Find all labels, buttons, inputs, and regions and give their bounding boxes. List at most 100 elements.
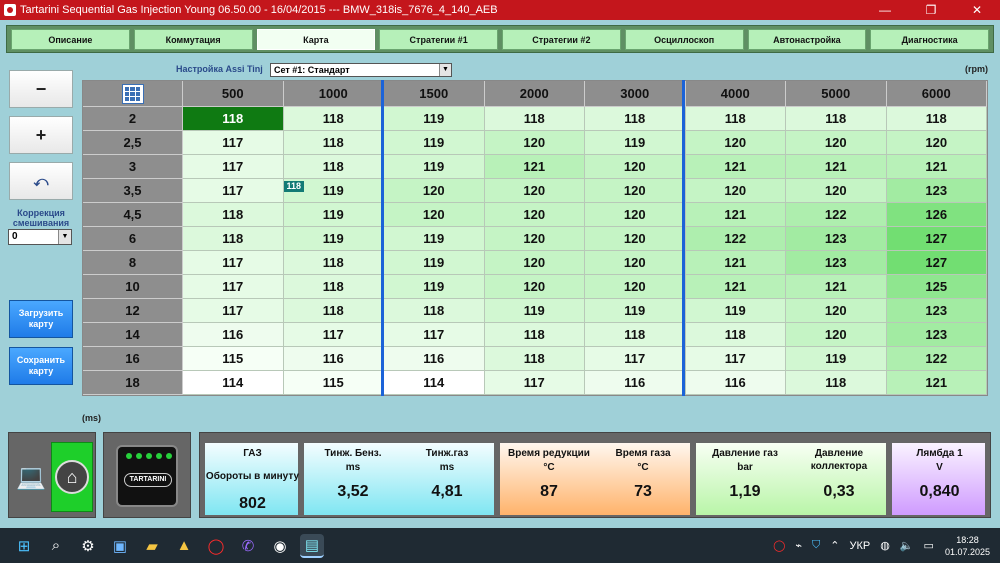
tab-map[interactable]: Карта <box>256 29 376 50</box>
map-cell[interactable]: 119 <box>384 227 485 251</box>
map-cell[interactable]: 122 <box>786 203 887 227</box>
map-cell[interactable]: 119 <box>283 227 384 251</box>
tab-autotuning[interactable]: Автонастройка <box>747 29 867 50</box>
start-icon[interactable]: ⊞ <box>12 534 36 558</box>
map-cell[interactable]: 123 <box>886 299 987 323</box>
map-cell[interactable]: 117 <box>183 275 284 299</box>
map-cell[interactable]: 117 <box>183 155 284 179</box>
map-cell[interactable]: 119 <box>384 155 485 179</box>
map-cell[interactable]: 117 <box>484 371 585 395</box>
maximize-button[interactable]: ❐ <box>908 0 954 20</box>
map-cell[interactable]: 118 <box>484 107 585 131</box>
ms-row-header[interactable]: 12 <box>83 299 183 323</box>
map-cell[interactable]: 123 <box>886 179 987 203</box>
battery-icon[interactable]: ▭ <box>924 539 934 552</box>
map-set-select[interactable]: Сет #1: Стандарт ▼ <box>270 63 452 77</box>
map-cell[interactable]: 120 <box>484 179 585 203</box>
search-icon[interactable]: ⌕ <box>44 534 68 558</box>
map-cell[interactable]: 118 <box>283 107 384 131</box>
map-cell[interactable]: 121 <box>886 371 987 395</box>
mixture-correction-select[interactable]: 0 ▼ <box>8 229 72 245</box>
laptop-icon[interactable]: 💻 <box>13 463 49 493</box>
map-cell[interactable]: 118 <box>585 323 686 347</box>
map-cell[interactable]: 120 <box>786 323 887 347</box>
map-cell[interactable]: 114 <box>384 371 485 395</box>
map-cell[interactable]: 117 <box>183 299 284 323</box>
tab-strategies-1[interactable]: Стратегии #1 <box>379 29 498 50</box>
tab-description[interactable]: Описание <box>11 29 130 50</box>
folder-icon[interactable]: ▰ <box>140 534 164 558</box>
map-cell[interactable]: 122 <box>886 347 987 371</box>
undo-button[interactable]: ⤺ <box>9 162 73 200</box>
map-cell[interactable]: 117 <box>685 347 786 371</box>
viber-icon[interactable]: ✆ <box>236 534 260 558</box>
map-cell[interactable]: 119 <box>585 131 686 155</box>
map-cell[interactable]: 120 <box>384 203 485 227</box>
map-cell[interactable]: 120 <box>585 155 686 179</box>
map-cell[interactable]: 116 <box>685 371 786 395</box>
tartarini-app-icon[interactable]: ▤ <box>300 533 324 558</box>
map-cell[interactable]: 118 <box>786 371 887 395</box>
map-cell[interactable]: 120 <box>384 179 485 203</box>
map-cell[interactable]: 121 <box>685 275 786 299</box>
globe-icon[interactable]: ◍ <box>880 539 890 552</box>
ms-row-header[interactable]: 2,5 <box>83 131 183 155</box>
rpm-column-header[interactable]: 5000 <box>786 81 887 107</box>
map-cell[interactable]: 118 <box>786 107 887 131</box>
home-button[interactable]: ⌂ <box>51 442 93 512</box>
ms-row-header[interactable]: 2 <box>83 107 183 131</box>
map-cell[interactable]: 121 <box>786 275 887 299</box>
map-cell[interactable]: 118 <box>283 131 384 155</box>
ms-row-header[interactable]: 8 <box>83 251 183 275</box>
map-cell[interactable]: 121 <box>685 203 786 227</box>
minimize-button[interactable]: — <box>862 0 908 20</box>
load-map-button[interactable]: Загрузить карту <box>9 300 73 338</box>
map-cell[interactable]: 118 <box>484 323 585 347</box>
map-cell[interactable]: 120 <box>786 179 887 203</box>
map-cell[interactable]: 118 <box>283 155 384 179</box>
opera-icon[interactable]: ◯ <box>204 534 228 558</box>
map-cell[interactable]: 119 <box>786 347 887 371</box>
map-cell[interactable]: 115 <box>183 347 284 371</box>
map-cell[interactable]: 116 <box>384 347 485 371</box>
map-cell[interactable]: 121 <box>685 251 786 275</box>
map-cell[interactable]: 116 <box>283 347 384 371</box>
map-cell-active[interactable]: 118 <box>183 107 284 131</box>
map-cell[interactable]: 118 <box>183 203 284 227</box>
map-cell[interactable]: 118 <box>183 227 284 251</box>
speaker-icon[interactable]: 🔈 <box>900 539 914 552</box>
ms-row-header[interactable]: 4,5 <box>83 203 183 227</box>
map-cell[interactable]: 117 <box>183 179 284 203</box>
rpm-column-header[interactable]: 3000 <box>585 81 686 107</box>
map-cell[interactable]: 114 <box>183 371 284 395</box>
map-cell[interactable]: 120 <box>484 203 585 227</box>
ms-row-header[interactable]: 10 <box>83 275 183 299</box>
chevron-down-icon[interactable]: ▼ <box>439 64 451 76</box>
map-cell[interactable]: 120 <box>685 131 786 155</box>
map-cell[interactable]: 120 <box>685 179 786 203</box>
rpm-column-header[interactable]: 1000 <box>283 81 384 107</box>
usb-tray-icon[interactable]: ⌁ <box>795 539 802 552</box>
map-cell[interactable]: 123 <box>786 227 887 251</box>
rpm-column-header[interactable]: 2000 <box>484 81 585 107</box>
rpm-column-header[interactable]: 6000 <box>886 81 987 107</box>
map-cell[interactable]: 120 <box>484 275 585 299</box>
map-cell[interactable]: 119 <box>283 203 384 227</box>
map-cell[interactable]: 116 <box>183 323 284 347</box>
tab-oscilloscope[interactable]: Осциллоскоп <box>624 29 744 50</box>
map-cell[interactable]: 119 <box>685 299 786 323</box>
map-cell[interactable]: 120 <box>585 203 686 227</box>
map-cell[interactable]: 121 <box>886 155 987 179</box>
rpm-column-header[interactable]: 500 <box>183 81 284 107</box>
rpm-column-header[interactable]: 4000 <box>685 81 786 107</box>
map-cell[interactable]: 116 <box>585 371 686 395</box>
map-cell[interactable]: 127 <box>886 251 987 275</box>
ms-row-header[interactable]: 3 <box>83 155 183 179</box>
tab-wiring[interactable]: Коммутация <box>133 29 253 50</box>
map-cell[interactable]: 126 <box>886 203 987 227</box>
bmw-app-icon[interactable]: ◉ <box>268 534 292 558</box>
rpm-column-header[interactable]: 1500 <box>384 81 485 107</box>
shield-icon[interactable]: ⛉ <box>812 539 820 552</box>
save-map-button[interactable]: Сохранить карту <box>9 347 73 385</box>
map-cell[interactable]: 123 <box>786 251 887 275</box>
